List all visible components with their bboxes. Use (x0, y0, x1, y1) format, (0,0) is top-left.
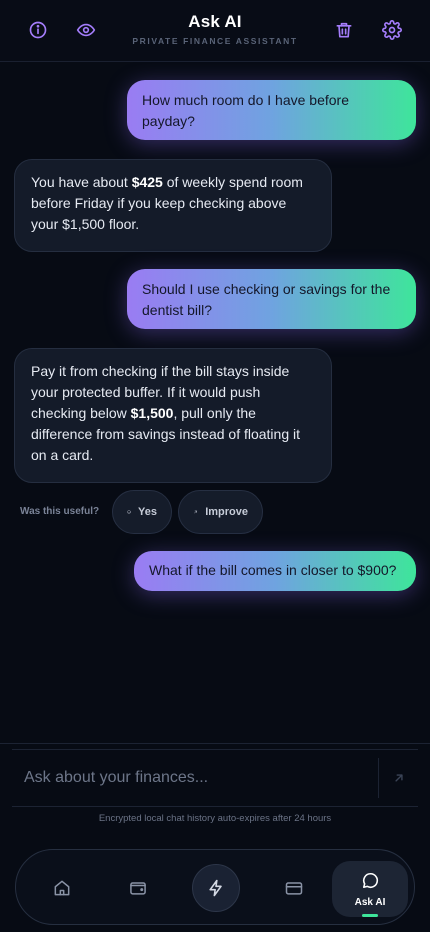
send-button[interactable] (378, 758, 418, 798)
user-message: What if the bill comes in closer to $900… (134, 551, 416, 591)
privacy-footnote: Encrypted local chat history auto-expire… (98, 813, 332, 824)
highlighted-amount: $1,500 (130, 405, 174, 421)
lightning-icon (209, 879, 222, 897)
header-title-group: Ask AI PRIVATE FINANCE ASSISTANT (0, 12, 430, 46)
message-text: You have about (31, 174, 132, 190)
clear-chat-button[interactable] (328, 14, 360, 46)
message-text: Should I use checking or savings for the… (142, 281, 391, 318)
nav-quick-action[interactable] (192, 864, 240, 912)
ai-message: Pay it from checking if the bill stays i… (14, 348, 332, 483)
smile-icon (127, 510, 131, 514)
nav-ask-ai-label: Ask AI (354, 896, 386, 908)
arrow-up-right-icon (194, 510, 197, 514)
ai-message: You have about $425 of weekly spend room… (14, 159, 332, 252)
highlighted-amount: $425 (131, 174, 163, 190)
composer-bottom-border (12, 806, 418, 807)
message-text: How much room do I have before payday? (142, 92, 349, 129)
page-subtitle: PRIVATE FINANCE ASSISTANT (132, 36, 298, 46)
bottom-navigation: Ask AI (15, 849, 415, 925)
message-text: What if the bill comes in closer to $900… (149, 562, 397, 578)
gear-icon (382, 20, 402, 40)
active-tab-indicator (362, 914, 378, 917)
settings-button[interactable] (376, 14, 408, 46)
app-header: Ask AI PRIVATE FINANCE ASSISTANT (0, 0, 430, 62)
feedback-improve-label: Improve (205, 506, 248, 518)
chat-icon (362, 872, 378, 888)
composer-divider (0, 743, 430, 744)
home-icon (54, 880, 70, 896)
feedback-improve-button[interactable]: Improve (178, 490, 263, 534)
user-message: How much room do I have before payday? (127, 80, 416, 140)
nav-ask-ai[interactable]: Ask AI (332, 861, 408, 917)
credit-card-icon (285, 882, 303, 895)
feedback-yes-button[interactable]: Yes (112, 490, 172, 534)
feedback-prompt: Was this useful? (20, 506, 100, 517)
page-title: Ask AI (188, 12, 242, 31)
trash-icon (336, 22, 352, 38)
nav-wallet[interactable] (116, 850, 160, 926)
wallet-icon (130, 882, 146, 895)
send-arrow-icon (394, 774, 403, 782)
composer (12, 749, 418, 807)
feedback-yes-label: Yes (138, 506, 157, 518)
nav-cards[interactable] (272, 850, 316, 926)
nav-home[interactable] (40, 850, 84, 926)
user-message: Should I use checking or savings for the… (127, 269, 416, 329)
chat-input[interactable] (12, 749, 378, 807)
